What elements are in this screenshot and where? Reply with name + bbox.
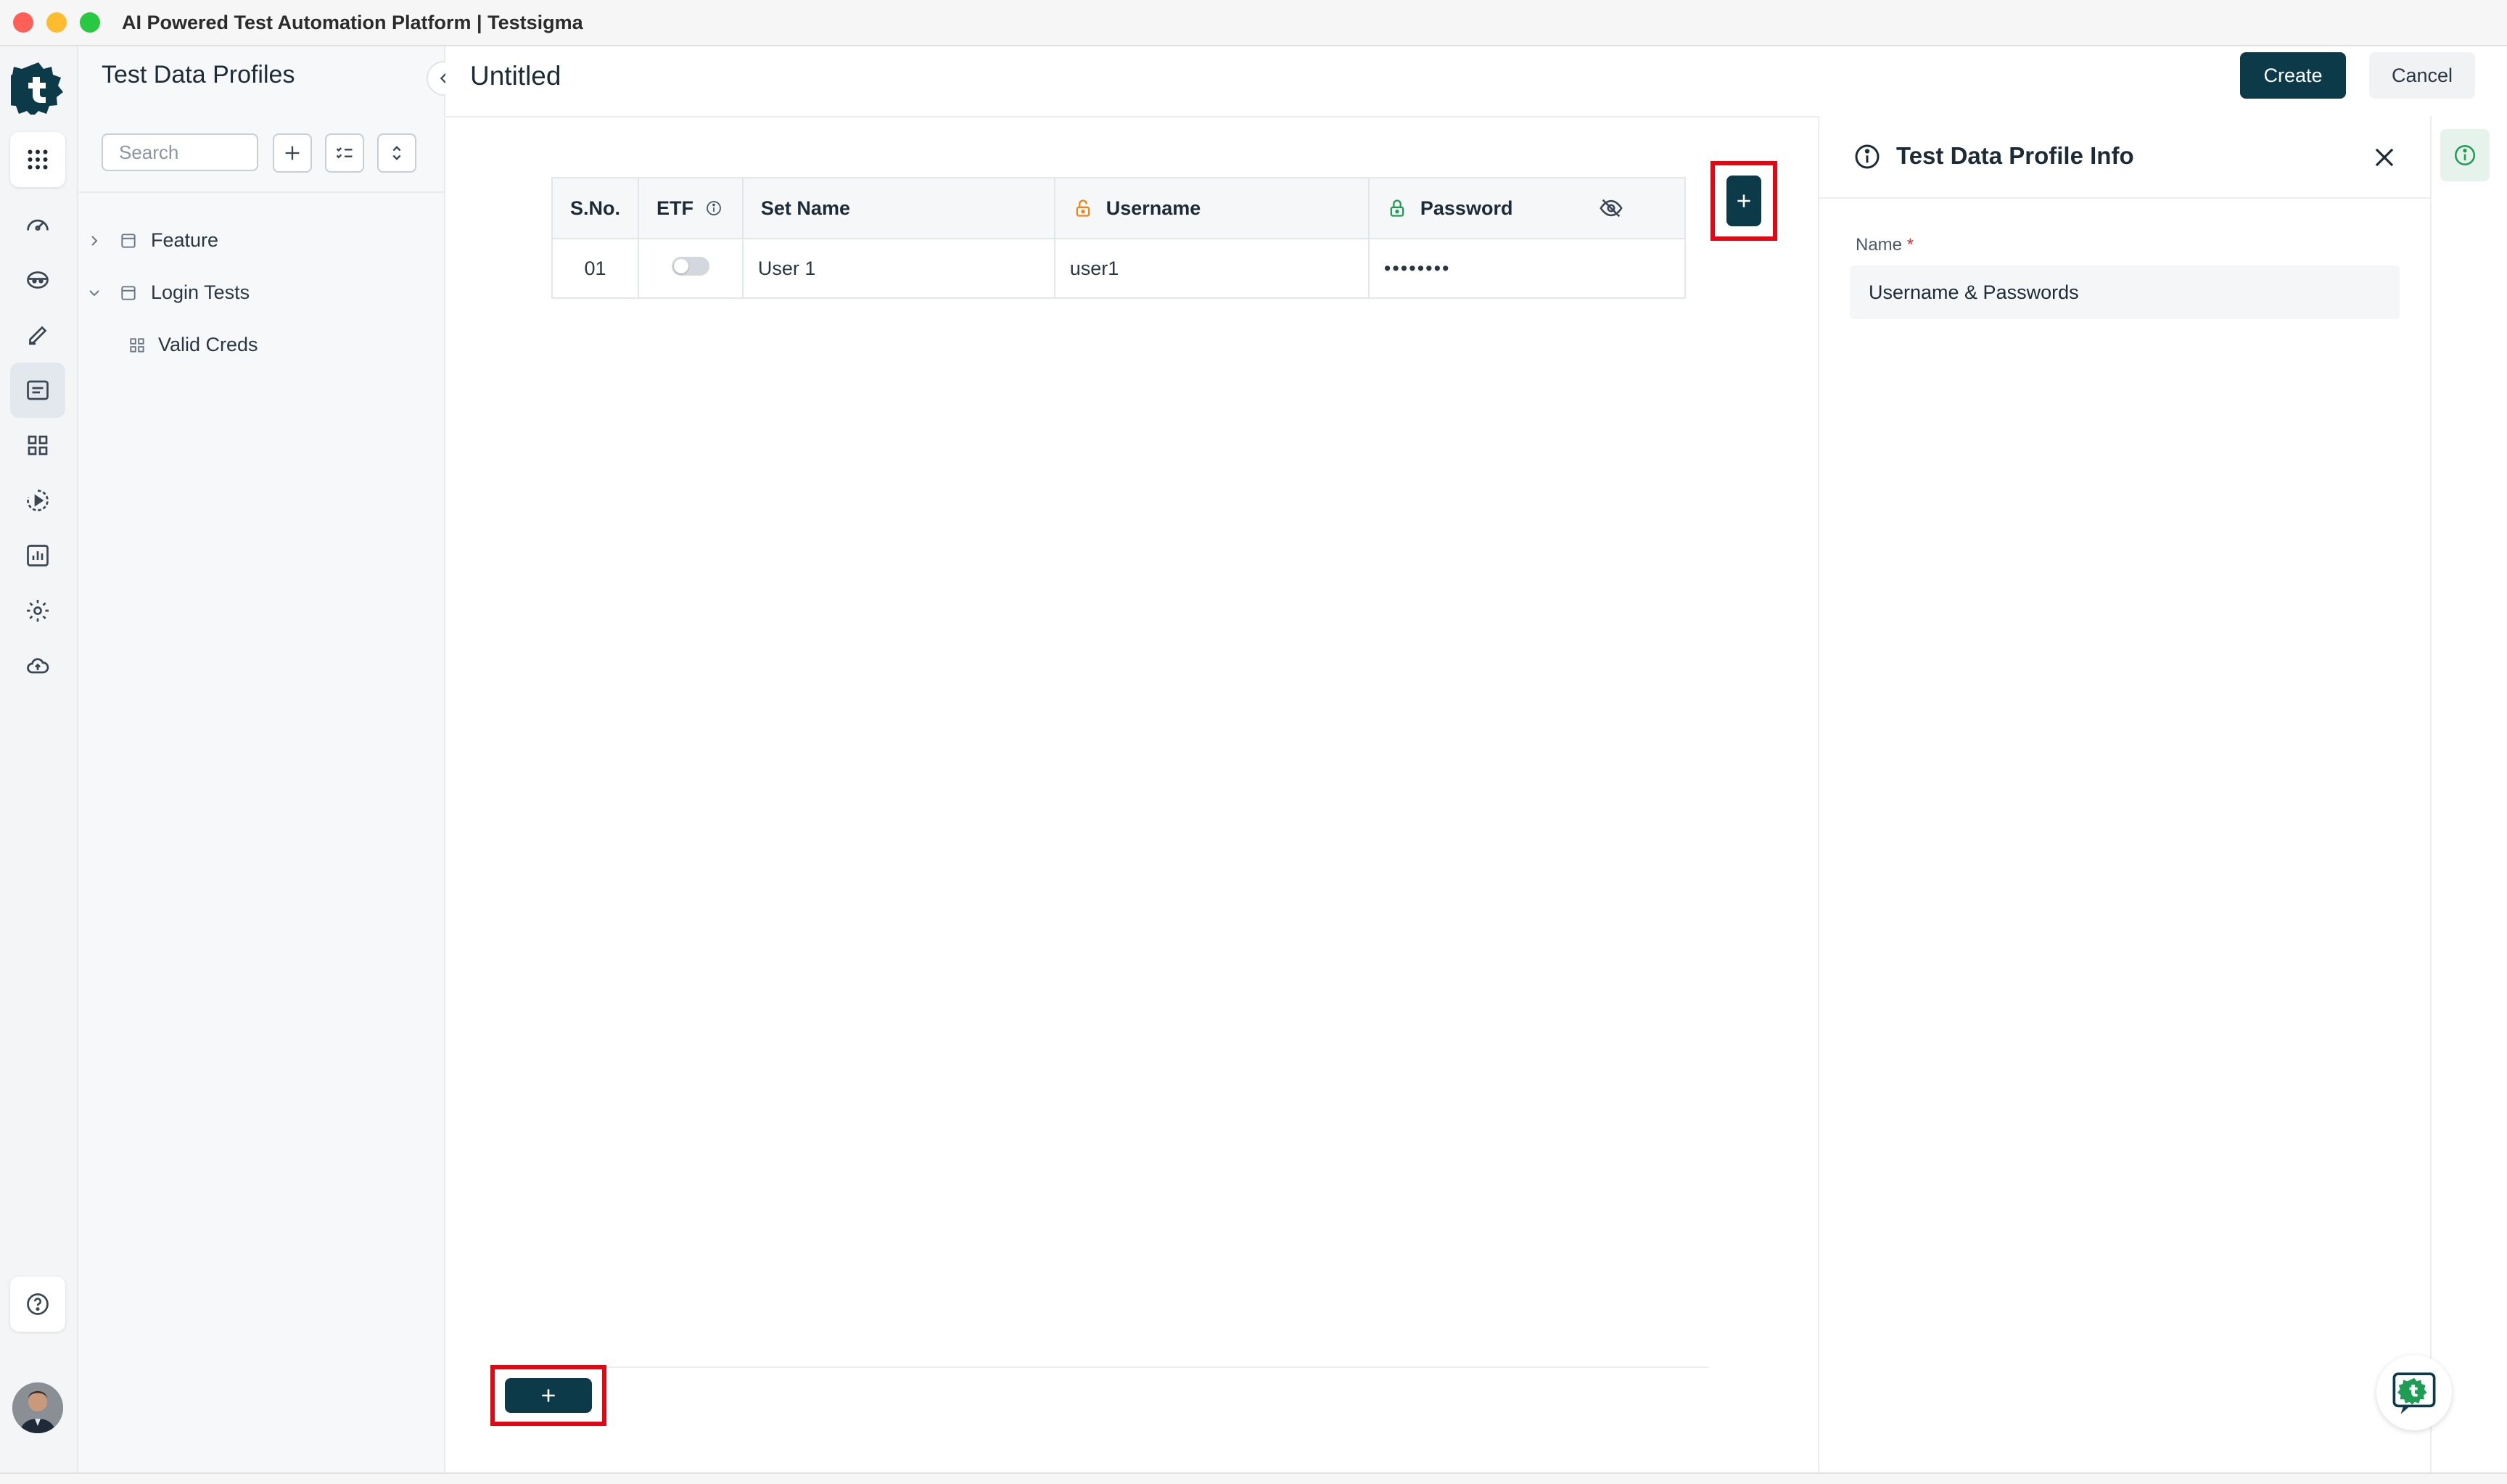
chevron-right-icon [91, 235, 98, 246]
run-play-icon[interactable] [10, 473, 65, 528]
edit-pencil-icon[interactable] [10, 308, 65, 363]
tree-item-valid-creds[interactable]: Valid Creds [128, 334, 258, 356]
add-profile-button[interactable] [273, 133, 312, 173]
table-header-row: S.No. ETF Set Name Username Password [551, 177, 1687, 239]
tree-item-feature[interactable]: Feature [86, 229, 218, 252]
panel-header: Test Data Profile Info [1819, 116, 2430, 199]
minimize-window-button[interactable] [46, 12, 67, 33]
settings-gear-icon[interactable] [10, 583, 65, 638]
add-column-highlight [1711, 161, 1777, 241]
ai-agents-icon[interactable] [10, 252, 65, 308]
data-grid-icon [130, 337, 144, 353]
help-question-icon[interactable] [10, 1277, 65, 1332]
close-window-button[interactable] [13, 12, 33, 33]
bulk-select-button[interactable] [325, 133, 364, 173]
tree-item-label: Valid Creds [158, 334, 258, 355]
folder-icon [121, 285, 136, 300]
lock-icon[interactable] [1387, 198, 1407, 218]
required-marker: * [1906, 235, 1914, 255]
cancel-button[interactable]: Cancel [2369, 52, 2475, 99]
folder-icon [121, 233, 136, 248]
info-icon [1855, 144, 1880, 169]
testsigma-logo-icon[interactable] [2, 59, 66, 117]
column-header-username[interactable]: Username [1053, 177, 1370, 239]
cell-etf [638, 238, 744, 299]
cloud-upload-icon[interactable] [10, 638, 65, 693]
add-row-button[interactable] [505, 1378, 592, 1413]
sidebar-divider [78, 191, 444, 193]
left-nav-rail [0, 46, 78, 1472]
plus-icon [1737, 194, 1750, 207]
elements-grid-icon[interactable] [10, 418, 65, 473]
assistant-chat-icon [2392, 1372, 2436, 1414]
eye-off-icon[interactable] [1599, 196, 1623, 220]
maximize-window-button[interactable] [80, 12, 100, 33]
assistant-chat-button[interactable] [2376, 1355, 2452, 1430]
table-row: 01 User 1 user1 •••••••• [551, 238, 1687, 299]
info-icon [2454, 144, 2476, 166]
test-data-sidebar: Test Data Profiles Feature Login Tests V… [78, 46, 461, 1472]
tree-item-label: Login Tests [151, 281, 250, 303]
apps-grid-icon[interactable] [10, 132, 65, 187]
tree-item-label: Feature [151, 229, 219, 251]
dashboard-gauge-icon[interactable] [10, 197, 65, 252]
table-footer-divider [490, 1366, 1709, 1368]
create-button[interactable]: Create [2240, 52, 2346, 99]
tree-item-login-tests[interactable]: Login Tests [86, 281, 250, 304]
column-header-password[interactable]: Password [1367, 177, 1687, 239]
chevron-up-down-icon [392, 146, 401, 160]
expand-collapse-button[interactable] [377, 133, 416, 173]
test-data-table: S.No. ETF Set Name Username Password 01 … [551, 177, 1687, 299]
reports-chart-icon[interactable] [10, 528, 65, 583]
checklist-icon [336, 147, 353, 159]
search-input[interactable] [102, 133, 258, 171]
info-icon[interactable] [705, 199, 723, 217]
toggle-info-panel-button[interactable] [2440, 129, 2490, 181]
right-info-rail [2430, 116, 2507, 1472]
window-title: AI Powered Test Automation Platform | Te… [122, 12, 583, 33]
page-title[interactable]: Untitled [470, 61, 561, 91]
cell-set-name[interactable]: User 1 [741, 238, 1055, 299]
name-field-label: Name * [1856, 235, 1914, 255]
column-header-set-name[interactable]: Set Name [741, 177, 1055, 239]
unlock-icon[interactable] [1073, 198, 1093, 218]
cell-sno: 01 [551, 238, 640, 299]
plus-icon [285, 146, 300, 160]
profile-name-input[interactable] [1850, 265, 2400, 319]
chevron-down-icon [89, 289, 99, 296]
add-row-highlight [490, 1365, 606, 1426]
cell-password[interactable]: •••••••• [1367, 238, 1687, 299]
column-header-sno: S.No. [551, 177, 640, 239]
plus-icon [542, 1389, 555, 1402]
add-column-button[interactable] [1726, 176, 1761, 226]
window-titlebar: AI Powered Test Automation Platform | Te… [0, 0, 2507, 46]
close-icon[interactable] [2371, 144, 2398, 171]
sidebar-title: Test Data Profiles [102, 61, 295, 88]
test-data-icon[interactable] [10, 363, 65, 418]
etf-toggle[interactable] [671, 256, 709, 276]
column-header-etf: ETF [638, 177, 744, 239]
panel-title: Test Data Profile Info [1896, 142, 2134, 169]
profile-info-panel: Test Data Profile Info Name * [1818, 116, 2430, 1472]
page-header: Untitled Create Cancel [445, 46, 2507, 118]
cell-username[interactable]: user1 [1053, 238, 1370, 299]
user-avatar[interactable] [12, 1382, 63, 1433]
